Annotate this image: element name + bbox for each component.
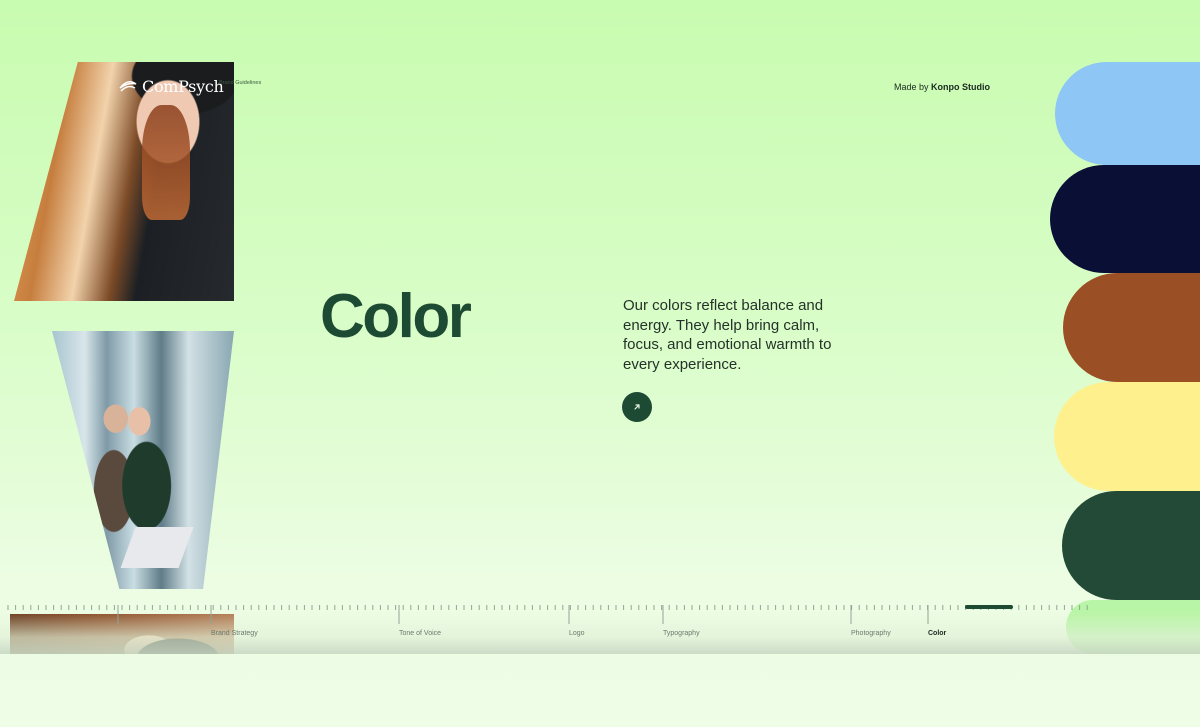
studio-name[interactable]: Konpo Studio: [931, 82, 990, 92]
brand-subtitle: Brand Guidelines: [219, 80, 262, 86]
page-description: Our colors reflect balance and energy. T…: [623, 297, 832, 373]
color-swatch-forest-green[interactable]: [1062, 491, 1200, 600]
page-title: Color: [320, 282, 472, 351]
nav-photography[interactable]: Photography: [851, 630, 891, 637]
timeline-ruler: [7, 605, 1088, 624]
color-swatch-navy[interactable]: [1050, 165, 1200, 273]
explore-arrow-button[interactable]: [622, 392, 652, 422]
progress-indicator: [965, 605, 1013, 609]
arrow-up-right-icon: [634, 404, 640, 410]
leaf-mark-icon: [119, 81, 137, 92]
photo-woman-with-dog: [14, 62, 234, 301]
photo-women-at-laptop: [52, 331, 234, 589]
made-by-prefix: Made by: [894, 82, 929, 92]
made-by-credit: Made by Konpo Studio: [894, 82, 990, 92]
nav-logo[interactable]: Logo: [569, 630, 585, 637]
color-swatch-rust[interactable]: [1063, 273, 1200, 382]
nav-brand-strategy[interactable]: Brand Strategy: [211, 630, 258, 637]
nav-typography[interactable]: Typography: [663, 630, 700, 637]
nav-color[interactable]: Color: [928, 630, 946, 637]
brand-logo[interactable]: ComPsych: [118, 76, 224, 96]
color-swatch-light-yellow[interactable]: [1054, 382, 1200, 491]
brand-name: ComPsych: [142, 76, 224, 96]
color-swatch-light-blue[interactable]: [1055, 62, 1200, 165]
nav-tone-of-voice[interactable]: Tone of Voice: [399, 630, 441, 637]
